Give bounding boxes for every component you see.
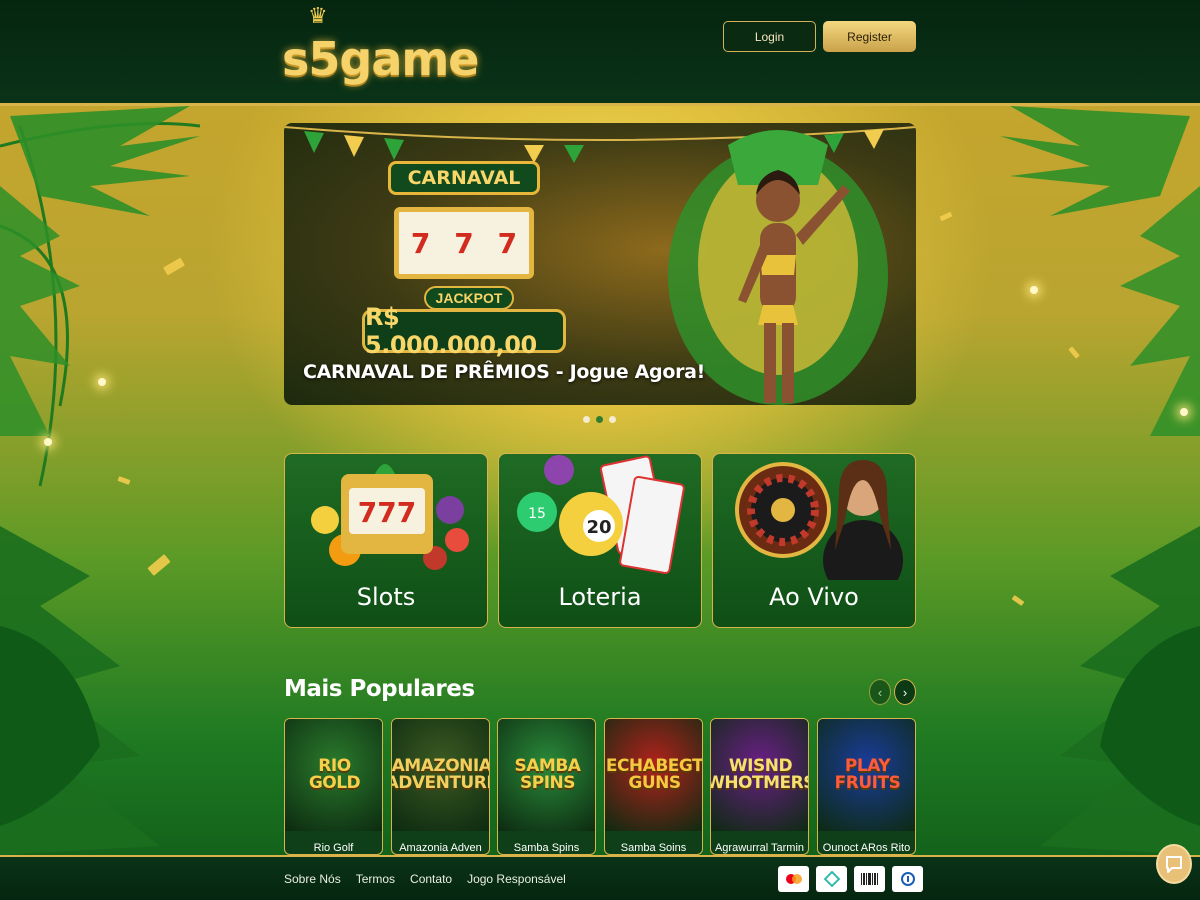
sparkle-decoration bbox=[98, 378, 106, 386]
hero-banner[interactable]: CARNAVAL 7 7 7 JACKPOT R$ 5.000.000,00 C… bbox=[284, 123, 916, 405]
game-name: Agrawurral Tarmin bbox=[714, 842, 805, 854]
category-card-loteria[interactable]: 15 20 Loteria bbox=[498, 453, 702, 628]
payment-badges bbox=[778, 866, 923, 892]
carousel-dot[interactable] bbox=[583, 416, 590, 423]
category-label: Ao Vivo bbox=[769, 583, 859, 611]
game-thumbnail-title: AMAZONIA ADVENTURE bbox=[391, 756, 490, 793]
game-card[interactable]: ECHABEGT GUNS Samba Soins bbox=[604, 718, 703, 855]
footer-link-contato[interactable]: Contato bbox=[410, 872, 452, 886]
game-thumbnail-title: PLAY FRUITS bbox=[834, 756, 901, 793]
palm-leaves-right-decoration bbox=[1000, 106, 1200, 855]
section-title-popular: Mais Populares bbox=[284, 676, 475, 702]
chat-bubble-icon bbox=[1166, 856, 1182, 873]
carnaval-sign: CARNAVAL bbox=[388, 161, 540, 195]
chevron-left-icon: ‹ bbox=[877, 684, 883, 700]
hero-caption: CARNAVAL DE PRÊMIOS - Jogue Agora! bbox=[303, 361, 706, 383]
chat-support-button[interactable] bbox=[1156, 844, 1192, 884]
mastercard-icon bbox=[778, 866, 809, 892]
game-thumbnail-title: RIO GOLD bbox=[308, 756, 361, 793]
svg-text:20: 20 bbox=[586, 517, 611, 538]
game-card[interactable]: WISND WHOTMERS Agrawurral Tarmin bbox=[710, 718, 809, 855]
crown-icon: ♛ bbox=[308, 4, 328, 29]
game-name: Ounoct ARos Rito bbox=[822, 842, 911, 854]
game-name: Samba Spins bbox=[513, 842, 580, 854]
category-label: Slots bbox=[356, 583, 416, 611]
category-card-slots[interactable]: 777 Slots bbox=[284, 453, 488, 628]
sparkle-decoration bbox=[1030, 286, 1038, 294]
footer-link-sobre[interactable]: Sobre Nós bbox=[284, 872, 341, 886]
slot-reels: 7 7 7 bbox=[394, 207, 534, 279]
sparkle-decoration bbox=[1180, 408, 1188, 416]
svg-text:777: 777 bbox=[358, 496, 416, 529]
reel-symbol: 7 bbox=[454, 226, 474, 260]
carousel-dot[interactable] bbox=[609, 416, 616, 423]
site-logo[interactable]: ♛ s5game bbox=[282, 6, 479, 98]
footer-links: Sobre Nós Termos Contato Jogo Responsáve… bbox=[284, 872, 566, 886]
game-card[interactable]: RIO GOLD Rio Golf bbox=[284, 718, 383, 855]
carousel-dots bbox=[583, 416, 616, 423]
game-thumbnail-title: ECHABEGT GUNS bbox=[605, 756, 703, 793]
login-button[interactable]: Login bbox=[723, 21, 816, 52]
game-card[interactable]: PLAY FRUITS Ounoct ARos Rito bbox=[817, 718, 916, 855]
reel-symbol: 7 bbox=[497, 226, 518, 260]
game-thumbnail-title: SAMBA SPINS bbox=[514, 756, 581, 793]
lottery-balls-icon: 15 20 bbox=[517, 455, 685, 575]
game-thumbnail-title: WISND WHOTMERS bbox=[710, 756, 809, 793]
footer-link-termos[interactable]: Termos bbox=[356, 872, 395, 886]
game-thumbnail: WISND WHOTMERS bbox=[710, 719, 809, 831]
game-card[interactable]: SAMBA SPINS Samba Spins bbox=[497, 718, 596, 855]
game-thumbnail: PLAY FRUITS bbox=[818, 719, 915, 831]
logo-text: s5game bbox=[282, 32, 479, 86]
game-name: Amazonia Adven bbox=[399, 842, 482, 854]
reel-symbol: 7 bbox=[410, 226, 431, 260]
game-name: Samba Soins bbox=[620, 842, 687, 854]
sparkle-decoration bbox=[44, 438, 52, 446]
chevron-right-icon: › bbox=[902, 684, 908, 700]
game-name: Rio Golf bbox=[313, 842, 354, 854]
top-header: ♛ s5game Login Register bbox=[0, 0, 1200, 106]
confetti-decoration bbox=[939, 211, 953, 222]
carousel-dot-active[interactable] bbox=[596, 416, 603, 423]
roulette-dealer-icon bbox=[735, 460, 903, 580]
category-label: Loteria bbox=[558, 583, 642, 611]
game-card[interactable]: AMAZONIA ADVENTURE Amazonia Adven bbox=[391, 718, 490, 855]
game-thumbnail: AMAZONIA ADVENTURE bbox=[391, 719, 490, 831]
register-button[interactable]: Register bbox=[823, 21, 916, 52]
game-thumbnail: SAMBA SPINS bbox=[498, 719, 595, 831]
barcode-icon bbox=[854, 866, 885, 892]
jackpot-amount: R$ 5.000.000,00 bbox=[362, 303, 566, 359]
game-thumbnail: RIO GOLD bbox=[285, 719, 382, 831]
carousel-next-button[interactable]: › bbox=[894, 679, 916, 705]
game-thumbnail: ECHABEGT GUNS bbox=[605, 719, 703, 831]
slot-machine-fruits-icon: 777 bbox=[311, 464, 469, 570]
carousel-prev-button[interactable]: ‹ bbox=[869, 679, 891, 705]
footer-link-jogo-responsavel[interactable]: Jogo Responsável bbox=[467, 872, 566, 886]
bank-icon bbox=[892, 866, 923, 892]
svg-text:15: 15 bbox=[528, 506, 546, 522]
pix-icon bbox=[816, 866, 847, 892]
site-footer: Sobre Nós Termos Contato Jogo Responsáve… bbox=[0, 855, 1200, 900]
category-card-ao-vivo[interactable]: Ao Vivo bbox=[712, 453, 916, 628]
